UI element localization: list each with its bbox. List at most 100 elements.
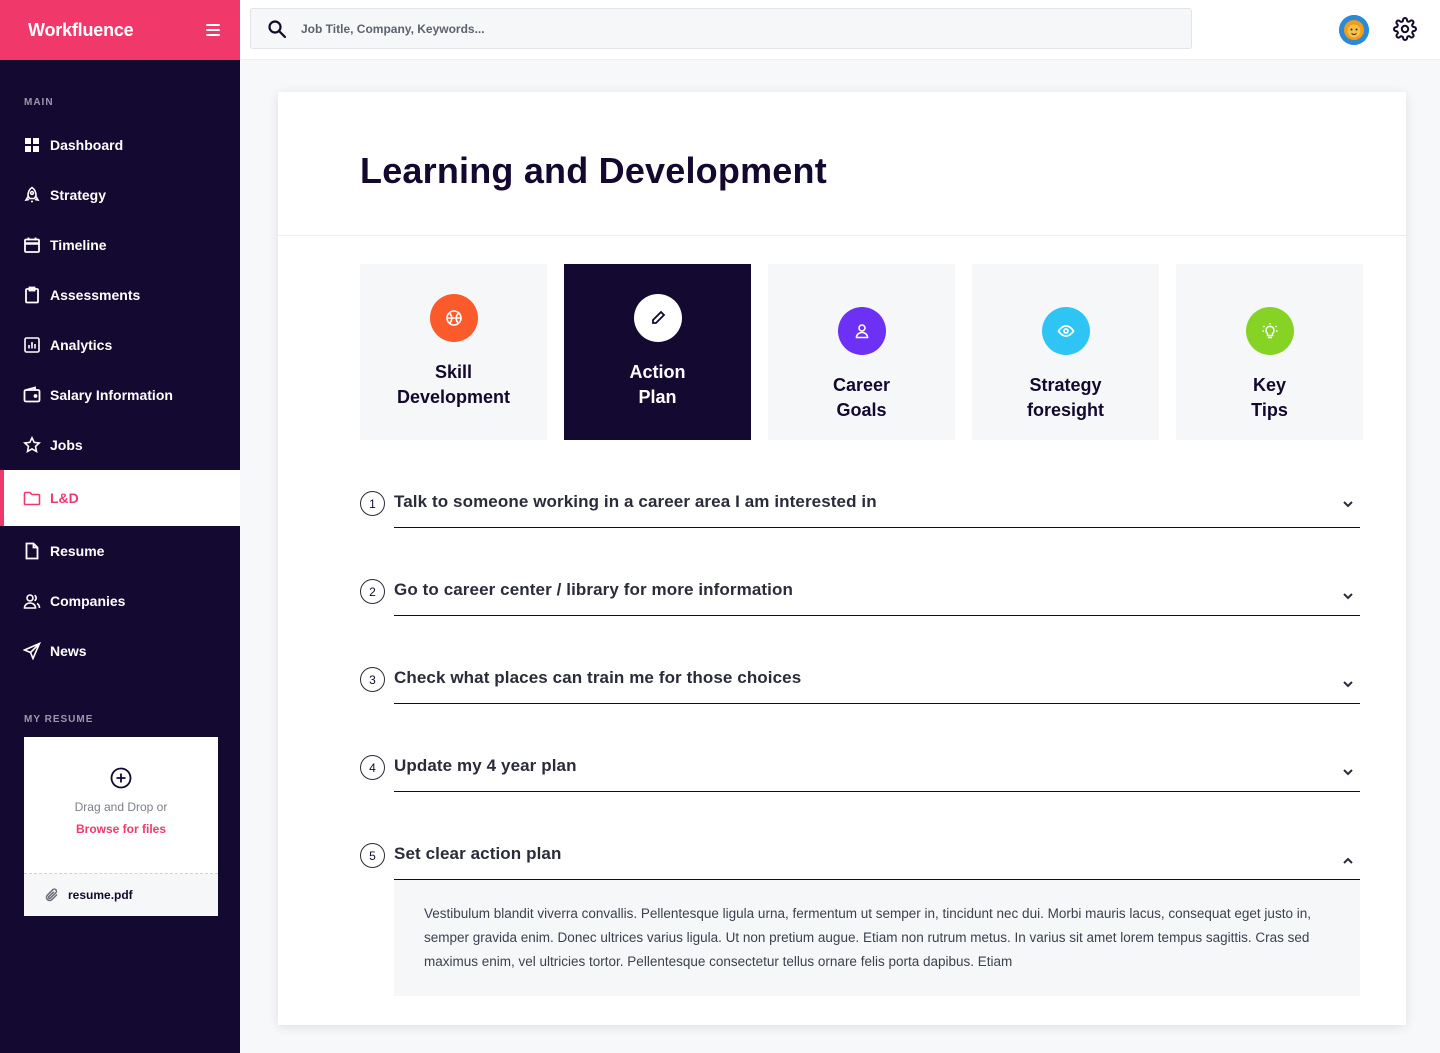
basketball-icon bbox=[445, 310, 462, 326]
tile-icon-bubble bbox=[429, 294, 478, 342]
file-name: resume.pdf bbox=[68, 888, 133, 902]
sidebar-item-label: Analytics bbox=[50, 337, 113, 353]
sidebar-item-label: Jobs bbox=[50, 437, 83, 453]
sidebar-item-label: Resume bbox=[50, 543, 105, 559]
accordion-step[interactable]: 2 Go to career center / library for more… bbox=[360, 572, 1360, 660]
user-icon bbox=[855, 324, 868, 339]
sidebar-item-companies[interactable]: Companies bbox=[0, 576, 240, 626]
brand-bar: Workfluence bbox=[0, 0, 240, 60]
tile-icon-bubble bbox=[633, 294, 682, 342]
sidebar-item-dashboard[interactable]: Dashboard bbox=[0, 120, 240, 170]
tile-label: Strategy foresight bbox=[1026, 375, 1104, 420]
sidebar: Workfluence MAIN Dashboard Strategy Time… bbox=[0, 0, 240, 1053]
step-title[interactable]: Set clear action plan bbox=[394, 844, 561, 864]
step-divider bbox=[394, 615, 1360, 616]
sidebar-item-timeline[interactable]: Timeline bbox=[0, 220, 240, 270]
brand-logo[interactable]: Workfluence bbox=[28, 20, 134, 41]
chevron-down-icon[interactable] bbox=[1336, 584, 1360, 608]
avatar-icon bbox=[1339, 15, 1369, 45]
accordion-step-expanded[interactable]: 5 Set clear action plan Vestibulum bland… bbox=[360, 836, 1360, 996]
sidebar-item-analytics[interactable]: Analytics bbox=[0, 320, 240, 370]
send-icon bbox=[23, 642, 41, 660]
sidebar-item-news[interactable]: News bbox=[0, 626, 240, 676]
search-icon bbox=[268, 19, 287, 38]
step-divider bbox=[394, 703, 1360, 704]
sidebar-item-jobs[interactable]: Jobs bbox=[0, 420, 240, 470]
main-card: Learning and Development Skill Developmen… bbox=[278, 92, 1406, 1025]
sidebar-item-strategy[interactable]: Strategy bbox=[0, 170, 240, 220]
add-circle-icon[interactable] bbox=[110, 767, 132, 789]
sidebar-item-label: Companies bbox=[50, 593, 126, 609]
step-number: 2 bbox=[360, 579, 385, 604]
drop-zone[interactable]: Drag and Drop or Browse for files bbox=[24, 737, 218, 874]
sidebar-item-label: Salary Information bbox=[50, 387, 173, 403]
search-input[interactable] bbox=[301, 21, 1101, 36]
step-number: 4 bbox=[360, 755, 385, 780]
sidebar-item-label: Timeline bbox=[50, 237, 107, 253]
page-title: Learning and Development bbox=[360, 150, 827, 191]
tile-icon-bubble bbox=[1245, 307, 1294, 355]
lightbulb-icon bbox=[1262, 323, 1277, 339]
tile-key-tips[interactable]: Key Tips bbox=[1176, 264, 1363, 440]
uploaded-file[interactable]: resume.pdf bbox=[24, 874, 218, 916]
accordion-step[interactable]: 3 Check what places can train me for tho… bbox=[360, 660, 1360, 748]
tile-career-goals[interactable]: Career Goals bbox=[768, 264, 955, 440]
tile-icon-bubble bbox=[1041, 307, 1090, 355]
chevron-down-icon[interactable] bbox=[1336, 492, 1360, 516]
tile-label: Key Tips bbox=[1251, 375, 1288, 420]
browse-files-link[interactable]: Browse for files bbox=[76, 822, 166, 836]
sidebar-nav: Dashboard Strategy Timeline Assessments … bbox=[0, 120, 240, 676]
step-divider bbox=[394, 791, 1360, 792]
chevron-down-icon[interactable] bbox=[1336, 672, 1360, 696]
action-plan-steps: 1 Talk to someone working in a career ar… bbox=[360, 484, 1360, 996]
step-title[interactable]: Talk to someone working in a career area… bbox=[394, 492, 877, 512]
sidebar-item-label: L&D bbox=[50, 490, 79, 506]
tile-strategy-foresight[interactable]: Strategy foresight bbox=[972, 264, 1159, 440]
grid-icon bbox=[23, 136, 41, 154]
calendar-icon bbox=[23, 236, 41, 254]
resume-section-label: MY RESUME bbox=[24, 714, 94, 725]
step-title[interactable]: Go to career center / library for more i… bbox=[394, 580, 793, 600]
clipboard-icon bbox=[23, 286, 41, 304]
sidebar-item-salary-information[interactable]: Salary Information bbox=[0, 370, 240, 420]
accordion-step[interactable]: 4 Update my 4 year plan bbox=[360, 748, 1360, 836]
bar-chart-icon bbox=[23, 336, 41, 354]
step-number: 1 bbox=[360, 491, 385, 516]
step-number: 5 bbox=[360, 843, 385, 868]
accordion-step[interactable]: 1 Talk to someone working in a career ar… bbox=[360, 484, 1360, 572]
tile-skill-development[interactable]: Skill Development bbox=[360, 264, 547, 440]
folder-icon bbox=[23, 489, 41, 507]
chevron-up-icon[interactable] bbox=[1336, 849, 1360, 873]
wallet-icon bbox=[23, 386, 41, 404]
rocket-icon bbox=[23, 186, 41, 204]
step-title[interactable]: Check what places can train me for those… bbox=[394, 668, 801, 688]
sidebar-item-assessments[interactable]: Assessments bbox=[0, 270, 240, 320]
avatar[interactable] bbox=[1339, 15, 1369, 45]
sidebar-item-label: Dashboard bbox=[50, 137, 124, 153]
resume-upload: Drag and Drop or Browse for files resume… bbox=[24, 737, 218, 916]
topbar bbox=[240, 0, 1440, 60]
gear-icon[interactable] bbox=[1393, 17, 1417, 41]
step-title[interactable]: Update my 4 year plan bbox=[394, 756, 577, 776]
tile-label: Skill Development bbox=[396, 362, 511, 407]
sidebar-item-l-and-d[interactable]: L&D bbox=[0, 470, 240, 526]
file-icon bbox=[23, 542, 41, 560]
menu-icon[interactable] bbox=[206, 23, 220, 37]
search-bar bbox=[250, 8, 1192, 49]
users-icon bbox=[23, 592, 41, 610]
paperclip-icon bbox=[45, 888, 58, 902]
eye-icon bbox=[1056, 325, 1075, 337]
tile-action-plan[interactable]: Action Plan bbox=[564, 264, 751, 440]
step-body-text: Vestibulum blandit viverra convallis. Pe… bbox=[394, 880, 1360, 996]
sidebar-item-label: News bbox=[50, 643, 87, 659]
tile-label: Action Plan bbox=[629, 362, 686, 407]
star-icon bbox=[23, 436, 41, 454]
sidebar-item-resume[interactable]: Resume bbox=[0, 526, 240, 576]
category-tiles: Skill Development Action Plan Career Goals … bbox=[360, 264, 1363, 440]
nav-section-label: MAIN bbox=[24, 97, 54, 108]
pencil-icon bbox=[651, 310, 665, 324]
chevron-down-icon[interactable] bbox=[1336, 760, 1360, 784]
sidebar-item-label: Assessments bbox=[50, 287, 141, 303]
tile-icon-bubble bbox=[837, 307, 886, 355]
card-header: Learning and Development bbox=[278, 92, 1406, 236]
